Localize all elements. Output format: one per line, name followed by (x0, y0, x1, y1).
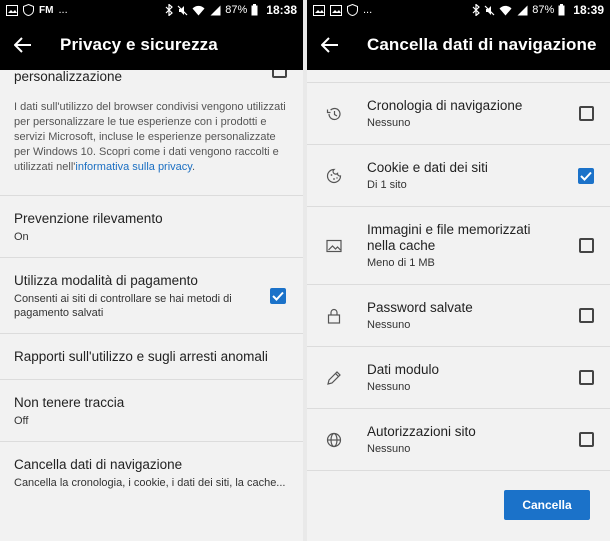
item-description: Consenti ai siti di controllare se hai m… (14, 293, 232, 319)
more-notifications: ... (58, 4, 68, 16)
partial-item-label: personalizzazione (14, 70, 123, 84)
item-tracking-prevention[interactable]: Prevenzione rilevamento On (0, 196, 303, 258)
item-value: On (14, 231, 29, 243)
right-screen: ... 87% 18:39 Cancella dati di navigazio… (307, 0, 610, 541)
check-icon (580, 171, 592, 181)
form-data-checkbox[interactable] (578, 370, 594, 385)
item-description: Cancella la cronologia, i cookie, i dati… (14, 477, 286, 489)
item-label: Password salvate (367, 300, 473, 315)
item-site-permissions[interactable]: Autorizzazioni sito Nessuno (307, 409, 610, 471)
wifi-icon (192, 5, 205, 15)
mute-icon (177, 5, 188, 15)
item-label: Dati modulo (367, 362, 440, 377)
battery-icon (558, 4, 565, 16)
item-cached-files[interactable]: Immagini e file memorizzati nella cache … (307, 207, 610, 285)
item-label: Cronologia di navigazione (367, 98, 523, 113)
clock: 18:38 (266, 3, 297, 17)
item-label: Cookie e dati dei siti (367, 160, 488, 175)
clear-button[interactable]: Cancella (504, 490, 590, 520)
personalization-checkbox[interactable] (272, 70, 287, 78)
cache-checkbox[interactable] (578, 238, 594, 253)
history-icon (313, 106, 355, 122)
signal-icon (517, 5, 528, 15)
status-bar: ... 87% 18:39 (307, 0, 610, 20)
privacy-link[interactable]: informativa sulla privacy (75, 161, 192, 173)
arrow-left-icon (14, 37, 31, 53)
item-value: Nessuno (367, 443, 411, 455)
bluetooth-icon (165, 4, 174, 16)
shield-notification-icon (347, 4, 358, 16)
status-bar: FM ... 87% 18:38 (0, 0, 303, 20)
usage-description: I dati sull'utilizzo del browser condivi… (0, 90, 303, 196)
fm-badge: FM (39, 4, 54, 16)
more-notifications: ... (363, 4, 373, 16)
partial-item[interactable]: personalizzazione (0, 70, 303, 90)
back-button[interactable] (307, 37, 353, 53)
image-notification-icon (330, 4, 342, 16)
battery-icon (251, 4, 258, 16)
item-value: Nessuno (367, 319, 411, 331)
app-bar: Privacy e sicurezza (0, 20, 303, 70)
wifi-icon (499, 5, 512, 15)
item-value: Off (14, 415, 29, 427)
item-label: Immagini e file memorizzati nella cache (367, 222, 531, 253)
item-browsing-history[interactable]: Cronologia di navigazione Nessuno (307, 83, 610, 145)
back-button[interactable] (0, 37, 46, 53)
clear-data-list: Cronologia di navigazione Nessuno Cookie… (307, 70, 610, 541)
page-title: Cancella dati di navigazione (367, 35, 597, 54)
check-icon (272, 291, 284, 301)
item-form-data[interactable]: Dati modulo Nessuno (307, 347, 610, 409)
lock-icon (313, 308, 355, 324)
item-value: Di 1 sito (367, 179, 407, 191)
payment-checkbox[interactable] (270, 288, 286, 304)
shield-notification-icon (23, 4, 34, 16)
settings-list[interactable]: personalizzazione I dati sull'utilizzo d… (0, 70, 303, 541)
item-cookies[interactable]: Cookie e dati dei siti Di 1 sito (307, 145, 610, 207)
permissions-checkbox[interactable] (578, 432, 594, 447)
battery-percent: 87% (532, 4, 555, 16)
cookie-icon (313, 168, 355, 184)
image-notification-icon (6, 4, 18, 16)
signal-icon (210, 5, 221, 15)
item-saved-passwords[interactable]: Password salvate Nessuno (307, 285, 610, 347)
page-title: Privacy e sicurezza (60, 35, 218, 54)
clock: 18:39 (573, 3, 604, 17)
mute-icon (484, 5, 495, 15)
cookies-checkbox[interactable] (578, 167, 594, 184)
description-end: . (191, 161, 196, 173)
history-checkbox[interactable] (578, 106, 594, 121)
item-value: Nessuno (367, 381, 411, 393)
left-screen: FM ... 87% 18:38 Privacy e sicurezza per… (0, 0, 303, 541)
battery-percent: 87% (225, 4, 248, 16)
item-label: Autorizzazioni sito (367, 424, 476, 439)
pencil-icon (313, 370, 355, 386)
item-payment-methods[interactable]: Utilizza modalità di pagamento Consenti … (0, 258, 303, 334)
arrow-left-icon (321, 37, 338, 53)
item-usage-reports[interactable]: Rapporti sull'utilizzo e sugli arresti a… (0, 334, 303, 380)
item-label: Rapporti sull'utilizzo e sugli arresti a… (14, 349, 268, 364)
item-clear-browsing-data[interactable]: Cancella dati di navigazione Cancella la… (0, 442, 303, 518)
image-icon (313, 239, 355, 253)
item-label: Non tenere traccia (14, 395, 125, 410)
passwords-checkbox[interactable] (578, 308, 594, 323)
image-notification-icon (313, 4, 325, 16)
item-label: Utilizza modalità di pagamento (14, 273, 198, 288)
bluetooth-icon (472, 4, 481, 16)
item-label: Cancella dati di navigazione (14, 457, 183, 472)
item-value: Meno di 1 MB (367, 257, 435, 269)
item-value: Nessuno (367, 117, 411, 129)
item-do-not-track[interactable]: Non tenere traccia Off (0, 380, 303, 442)
globe-icon (313, 432, 355, 448)
app-bar: Cancella dati di navigazione (307, 20, 610, 70)
item-label: Prevenzione rilevamento (14, 211, 163, 226)
